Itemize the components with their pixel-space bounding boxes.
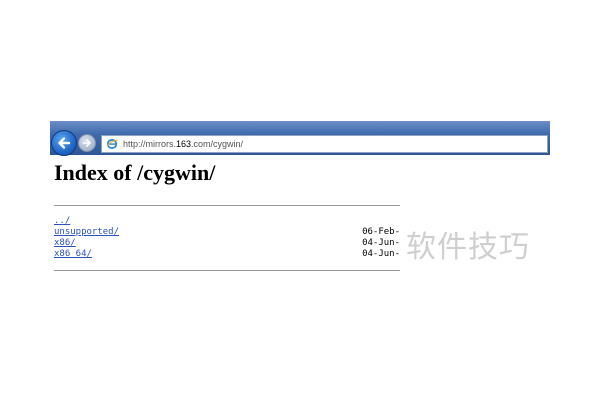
arrow-right-icon [82,139,91,147]
ie-icon [106,138,118,150]
entry-date: 04-Jun- [362,238,400,248]
entry-link-unsupported[interactable]: unsupported/ [54,227,119,238]
entry-link-x86-64[interactable]: x86_64/ [54,249,92,260]
address-bar[interactable]: http://mirrors.163.com/cygwin/ [101,135,548,153]
url-host: 163 [176,139,192,149]
entry-date: 04-Jun- [362,249,400,259]
divider-top [54,205,400,206]
watermark: 软件技巧 [406,230,530,265]
address-url: http://mirrors.163.com/cygwin/ [123,139,243,149]
entry-date: 06-Feb- [362,227,400,237]
list-item: unsupported/ 06-Feb- [54,227,400,238]
list-item: x86_64/ 04-Jun- [54,249,400,260]
forward-button[interactable] [78,134,96,152]
url-suffix: .com/cygwin/ [191,139,244,149]
back-button[interactable] [51,130,77,156]
arrow-left-icon [58,137,71,149]
page-title: Index of /cygwin/ [54,160,216,185]
browser-toolbar: http://mirrors.163.com/cygwin/ [50,121,550,156]
list-item: x86/ 04-Jun- [54,238,400,249]
divider-bottom [54,270,400,271]
list-item: ../ [54,216,400,227]
entry-link-parent[interactable]: ../ [54,216,70,227]
url-prefix: http://mirrors. [123,139,177,149]
directory-listing: ../ unsupported/ 06-Feb- x86/ 04-Jun- x8… [54,216,400,260]
entry-link-x86[interactable]: x86/ [54,238,76,249]
